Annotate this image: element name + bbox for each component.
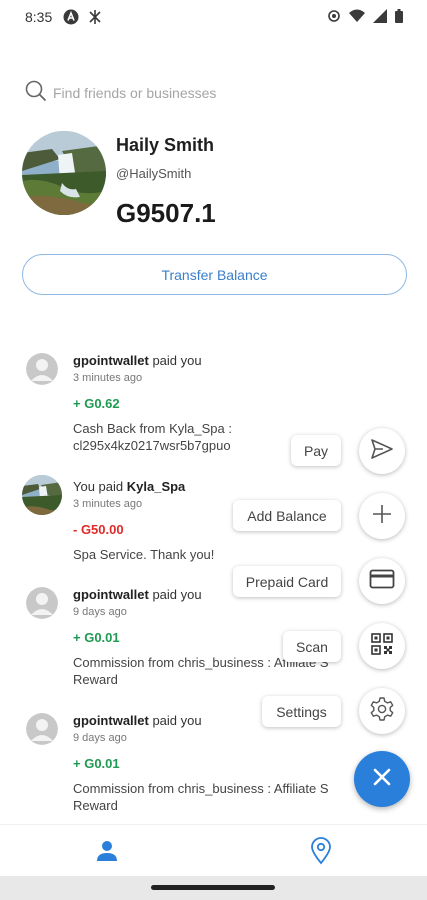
feed-time: 9 days ago — [73, 732, 127, 744]
a-circle-icon — [63, 9, 79, 30]
add-balance-label[interactable]: Add Balance — [233, 500, 341, 531]
feed-actor: gpointwallet — [73, 353, 149, 368]
plus-icon — [370, 502, 394, 531]
transfer-balance-button[interactable]: Transfer Balance — [22, 254, 407, 295]
gesture-bar — [0, 876, 427, 900]
feed-prefix: You paid — [73, 479, 127, 494]
feed-actor: gpointwallet — [73, 713, 149, 728]
signal-icon — [373, 9, 387, 28]
person-icon[interactable] — [95, 839, 119, 868]
card-icon — [369, 568, 395, 595]
prepaid-card-button[interactable] — [359, 558, 405, 604]
profile-name: Haily Smith — [116, 135, 215, 155]
status-bar: 8:35 — [0, 0, 427, 34]
avatar — [26, 353, 58, 385]
search-input[interactable] — [53, 85, 383, 101]
avatar — [26, 713, 58, 745]
feed-time: 9 days ago — [73, 606, 127, 618]
feed-title: gpointwallet paid you — [73, 712, 393, 729]
scan-button[interactable] — [359, 623, 405, 669]
profile-avatar[interactable] — [22, 131, 106, 215]
close-icon — [373, 768, 391, 791]
gear-icon — [369, 696, 395, 727]
eye-icon — [327, 9, 341, 28]
speed-dial-close-button[interactable] — [354, 751, 410, 807]
bottom-nav — [0, 824, 427, 876]
feed-amount: + G0.01 — [73, 630, 120, 645]
feed-actor: Kyla_Spa — [126, 479, 186, 494]
avatar — [22, 475, 62, 515]
feed-description: Commission from chris_business : Affilia… — [73, 781, 329, 813]
feed-description: Spa Service. Thank you! — [73, 547, 215, 562]
feed-description: Commission from chris_business : Affilia… — [73, 655, 329, 687]
settings-button[interactable] — [359, 688, 405, 734]
pay-label[interactable]: Pay — [291, 435, 341, 466]
scan-label[interactable]: Scan — [283, 631, 341, 662]
avatar — [26, 587, 58, 619]
feed-action: paid you — [148, 713, 202, 728]
sync-icon — [87, 9, 103, 30]
profile-handle: @HailySmith — [116, 166, 192, 181]
send-icon — [370, 437, 394, 466]
battery-icon — [395, 9, 403, 28]
qr-code-icon — [371, 632, 393, 660]
profile-balance: G9507.1 — [116, 198, 216, 228]
feed-actor: gpointwallet — [73, 587, 149, 602]
add-balance-button[interactable] — [359, 493, 405, 539]
feed-amount: + G0.01 — [73, 756, 120, 771]
feed-title: You paid Kyla_Spa — [73, 478, 393, 495]
search-bar[interactable] — [25, 80, 405, 106]
status-time: 8:35 — [25, 9, 53, 25]
feed-time: 3 minutes ago — [73, 372, 143, 384]
prepaid-card-label[interactable]: Prepaid Card — [233, 566, 341, 597]
pay-button[interactable] — [359, 428, 405, 474]
feed-title: gpointwallet paid you — [73, 352, 393, 369]
location-pin-icon[interactable] — [309, 837, 333, 870]
feed-action: paid you — [148, 353, 202, 368]
feed-description: Cash Back from Kyla_Spa : cl295x4kz0217w… — [73, 421, 232, 453]
feed-amount: + G0.62 — [73, 396, 120, 411]
search-icon — [25, 80, 47, 107]
wifi-icon — [349, 9, 365, 28]
home-gesture-handle[interactable] — [151, 885, 275, 890]
feed-action: paid you — [148, 587, 202, 602]
settings-label[interactable]: Settings — [262, 696, 341, 727]
